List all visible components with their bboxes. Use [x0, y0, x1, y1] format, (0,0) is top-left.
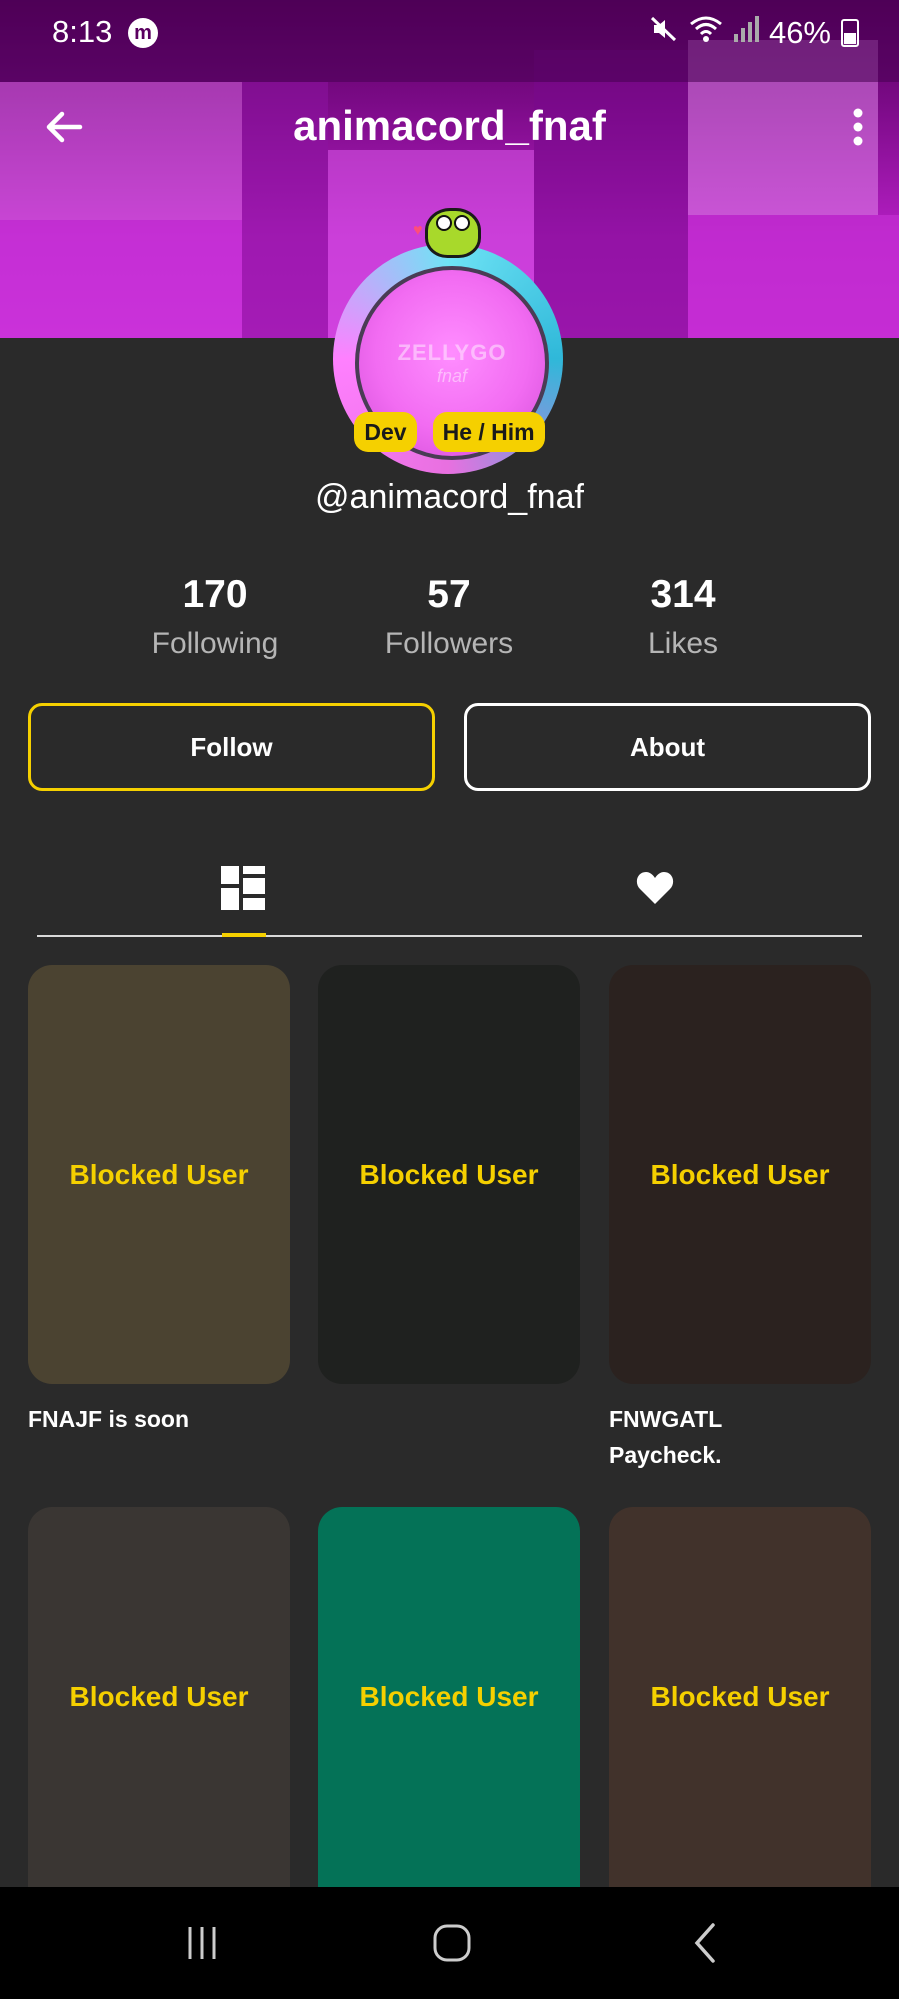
tab-active-indicator [222, 933, 266, 937]
avatar[interactable]: ZELLYGO fnaf ♥ [333, 208, 565, 474]
stat-following[interactable]: 170 Following [100, 570, 330, 668]
content-tabs [37, 840, 862, 938]
stat-value: 314 [650, 573, 716, 616]
back-nav-icon[interactable] [645, 1911, 765, 1975]
post-card[interactable]: Blocked User [28, 965, 290, 1384]
system-nav-bar [0, 1887, 899, 1999]
blocked-user-label: Blocked User [359, 1681, 539, 1712]
blocked-user-label: Blocked User [69, 1158, 249, 1190]
battery-percent: 46% [768, 15, 831, 50]
blocked-user-label: Blocked User [650, 1158, 830, 1190]
post-card[interactable]: Blocked User [318, 965, 580, 1384]
profile-badges: Dev He / Him [0, 412, 899, 452]
grid-icon [221, 866, 265, 910]
stat-value: 170 [182, 573, 248, 616]
tab-posts[interactable] [37, 840, 449, 936]
avatar-subtext: fnaf [436, 365, 468, 386]
about-button[interactable]: About [464, 703, 871, 791]
blocked-user-label: Blocked User [69, 1681, 249, 1712]
wifi-icon [689, 14, 723, 52]
battery-icon [841, 19, 859, 47]
more-options-icon[interactable] [843, 102, 873, 152]
avatar-text: ZELLYGO [397, 339, 507, 365]
status-time: 8:13 [52, 14, 113, 49]
post-card[interactable]: Blocked User [609, 1507, 871, 1887]
recent-apps-icon[interactable] [142, 1911, 262, 1975]
post-card[interactable]: Blocked User [609, 965, 871, 1384]
app-notification-icon: m [128, 18, 158, 48]
stat-value: 57 [427, 573, 471, 616]
blocked-user-label: Blocked User [359, 1158, 539, 1190]
heart-icon [636, 872, 674, 904]
stat-label: Followers [384, 627, 514, 660]
badge-pronouns: He / Him [432, 412, 545, 452]
small-heart-icon: ♥ [413, 222, 423, 239]
tab-likes[interactable] [449, 840, 861, 936]
post-caption: FNWGATL Paycheck. [609, 1406, 722, 1468]
stat-likes[interactable]: 314 Likes [568, 570, 798, 668]
stat-followers[interactable]: 57 Followers [334, 570, 564, 668]
home-icon[interactable] [392, 1911, 512, 1975]
blocked-user-label: Blocked User [650, 1681, 830, 1712]
stat-label: Following [151, 627, 279, 660]
stat-label: Likes [647, 627, 719, 660]
signal-icon [733, 14, 759, 52]
tab-divider [37, 935, 862, 937]
mute-icon [649, 14, 679, 52]
post-card[interactable]: Blocked User [28, 1507, 290, 1887]
page-title: animacord_fnaf [293, 102, 606, 149]
app-bar: animacord_fnaf [0, 92, 899, 162]
status-bar: 8:13 m 46% [0, 0, 899, 66]
follow-button[interactable]: Follow [28, 703, 435, 791]
badge-role: Dev [354, 412, 417, 452]
frog-decoration-icon [425, 208, 481, 258]
post-card[interactable]: Blocked User [318, 1507, 580, 1887]
profile-handle: @animacord_fnaf [315, 478, 584, 516]
post-caption: FNAJF is soon [28, 1406, 190, 1432]
